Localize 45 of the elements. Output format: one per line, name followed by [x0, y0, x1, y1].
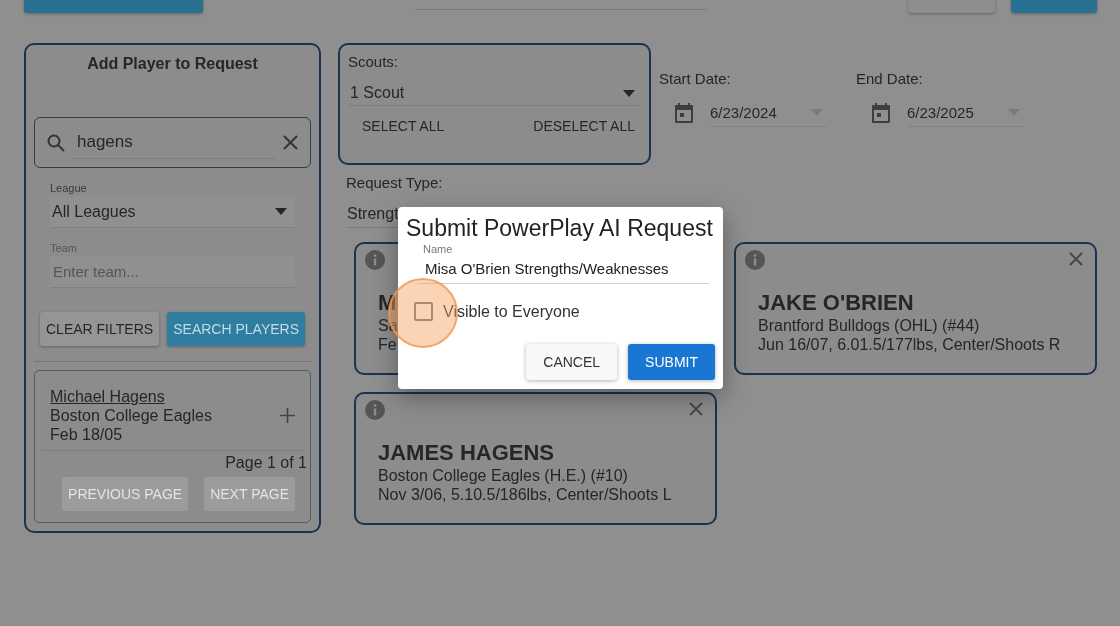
checkbox[interactable] [414, 302, 433, 321]
player-name: JAMES HAGENS [378, 440, 555, 466]
date-field[interactable]: 6/23/2024 [710, 99, 827, 127]
request-type-label: Request Type: [346, 174, 444, 191]
name-field[interactable]: Name Misa O'Brien Strengths/Weaknesses [417, 242, 709, 284]
scouts-label: Scouts: [348, 53, 400, 70]
search-icon [47, 133, 65, 152]
scout-select-button[interactable]: DESELECT ALL [533, 114, 635, 138]
player-link[interactable]: Michael Hagens [50, 387, 212, 406]
field-label: League [50, 182, 88, 194]
close-icon[interactable] [1069, 252, 1083, 266]
team-text: Brantford Bulldogs (OHL) (#44) [758, 316, 980, 335]
calendar-icon[interactable] [872, 103, 890, 123]
close-icon[interactable] [689, 402, 703, 416]
search-value: hagens [73, 126, 275, 159]
team-field[interactable]: Enter team... [50, 256, 295, 288]
team-text: Boston College Eagles (H.E.) (#10) [378, 466, 628, 485]
date-label: Start Date: [659, 70, 732, 87]
scout-select-button[interactable]: SELECT ALL [362, 114, 445, 138]
date-field[interactable]: 6/23/2025 [907, 99, 1024, 127]
panel-title: Add Player to Request [86, 55, 259, 74]
search-button[interactable]: SEARCH PLAYERS [167, 312, 305, 346]
plus-icon[interactable] [280, 408, 295, 423]
player-details: Nov 3/06, 5.10.5/186lbs, Center/Shoots L [378, 485, 672, 504]
dropdown-caret-icon [275, 208, 287, 215]
page-indicator: Page 1 of 1 [225, 454, 307, 472]
info-icon[interactable] [745, 250, 765, 270]
cancel-button[interactable]: CANCEL [526, 344, 618, 380]
dropdown-caret-icon [623, 89, 635, 97]
player-name: JAKE O'BRIEN [758, 290, 914, 316]
close-icon[interactable] [283, 135, 298, 150]
player-details: Jun 16/07, 6.01.5/177lbs, Center/Shoots R [758, 335, 1061, 354]
dialog-title: Submit PowerPlay AI Request [406, 215, 714, 242]
player-details: Fe [378, 335, 397, 354]
date-label: End Date: [856, 70, 924, 87]
info-icon[interactable] [365, 400, 385, 420]
calendar-icon[interactable] [675, 103, 693, 123]
team-text: Boston College Eagles [50, 406, 212, 425]
clear-button[interactable]: CLEAR FILTERS [40, 312, 160, 346]
info-icon[interactable] [365, 250, 385, 270]
league-select[interactable]: All Leagues [50, 196, 295, 228]
scouts-select[interactable]: 1 Scout [348, 70, 641, 106]
submit-button[interactable]: SUBMIT [628, 344, 715, 380]
search-field[interactable]: hagens [34, 117, 311, 168]
birth-date: Feb 18/05 [50, 425, 124, 444]
